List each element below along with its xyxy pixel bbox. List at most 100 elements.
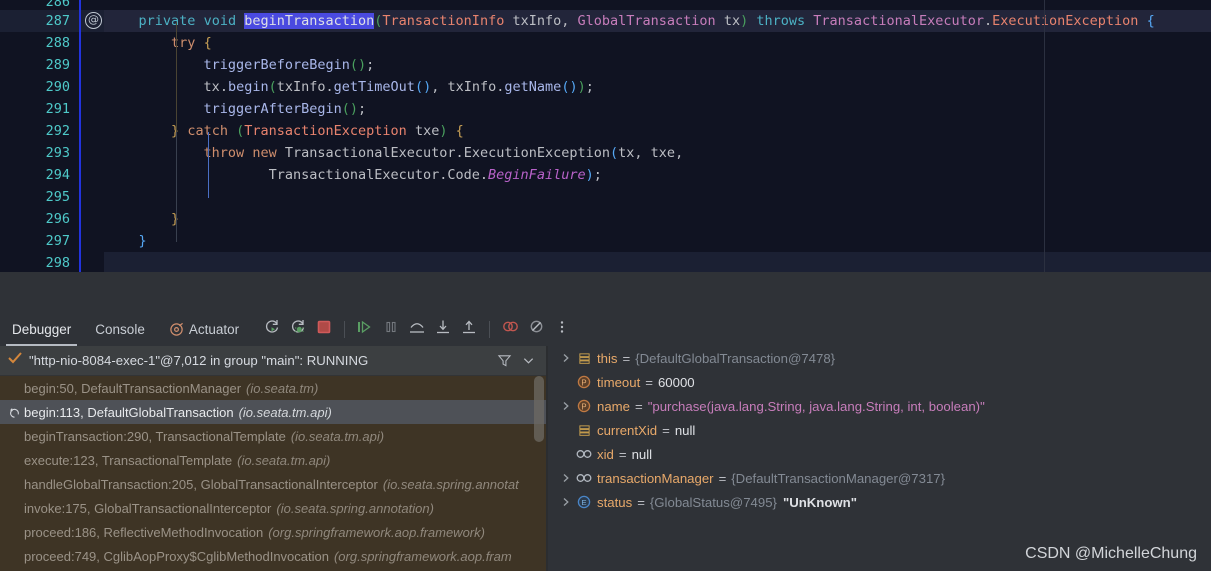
variable-row[interactable]: transactionManager = {DefaultTransactionMa…	[548, 466, 1211, 490]
thread-label: "http-nio-8084-exec-1"@7,012 in group "m…	[29, 353, 369, 368]
step-into-button[interactable]	[430, 316, 456, 342]
code-editor[interactable]: 286 287 @ private void beginTransaction(Tr…	[0, 0, 1211, 272]
tab-actuator[interactable]: Actuator	[157, 312, 251, 346]
reset-frame-icon	[6, 406, 22, 419]
line-number: 288	[0, 32, 78, 54]
code-line[interactable]: 287 @ private void beginTransaction(Trans…	[0, 10, 1211, 32]
variable-row[interactable]: this = {DefaultGlobalTransaction@7478}	[548, 346, 1211, 370]
code-line[interactable]: 292 } catch (TransactionException txe) {	[0, 120, 1211, 142]
code-text: TransactionalExecutor.Code.BeginFailure)…	[268, 167, 602, 183]
variable-equals: =	[718, 470, 727, 486]
chevron-down-icon[interactable]	[516, 349, 540, 373]
tab-label: Actuator	[188, 321, 240, 337]
code-line[interactable]: 298	[0, 252, 1211, 272]
variable-name: xid	[597, 446, 614, 462]
mute-breakpoints-button[interactable]	[523, 316, 549, 342]
code-text: }	[138, 233, 147, 249]
tab-console[interactable]: Console	[83, 312, 157, 346]
line-number: 293	[0, 142, 78, 164]
debugger-actions[interactable]	[259, 312, 575, 346]
gutter-spacer	[78, 32, 104, 54]
line-number: 297	[0, 230, 78, 252]
code-line[interactable]: 295	[0, 186, 1211, 208]
code-line[interactable]: 293 throw new TransactionalExecutor.Exec…	[0, 142, 1211, 164]
frame-name: proceed:749, CglibAopProxy$CglibMethodIn…	[24, 548, 329, 564]
variables-panel[interactable]: this = {DefaultGlobalTransaction@7478} Ptim…	[548, 346, 1211, 571]
code-text: private void beginTransaction(Transactio…	[138, 13, 1155, 29]
frame-name: beginTransaction:290, TransactionalTempl…	[24, 428, 286, 444]
view-breakpoints-button[interactable]	[497, 316, 523, 342]
step-out-button[interactable]	[456, 316, 482, 342]
frames-scrollbar-thumb[interactable]	[534, 376, 544, 442]
variable-row[interactable]: currentXid = null	[548, 418, 1211, 442]
tab-debugger[interactable]: Debugger	[0, 312, 83, 346]
pause-button[interactable]	[378, 316, 404, 342]
debugger-toolbar[interactable]: Debugger Console Actuator	[0, 312, 1211, 346]
stop-icon	[316, 319, 332, 340]
stop-button[interactable]	[311, 316, 337, 342]
indent-guide	[176, 132, 177, 242]
debug-rerun-button[interactable]	[285, 316, 311, 342]
stack-frame-row[interactable]: handleGlobalTransaction:205, GlobalTrans…	[0, 472, 546, 496]
variable-equals: =	[637, 494, 645, 510]
chevron-right-icon[interactable]	[558, 353, 574, 363]
svg-text:P: P	[581, 378, 586, 387]
pause-icon	[383, 319, 399, 340]
step-out-icon	[461, 319, 477, 340]
gutter-spacer	[78, 186, 104, 208]
stack-frame-row[interactable]: beginTransaction:290, TransactionalTempl…	[0, 424, 546, 448]
debugger-tabs[interactable]: Debugger Console Actuator	[0, 312, 251, 346]
stack-frame-row[interactable]: proceed:749, CglibAopProxy$CglibMethodIn…	[0, 544, 546, 568]
stack-frame-row[interactable]: begin:113, DefaultGlobalTransaction (io.s…	[0, 400, 546, 424]
gutter-spacer	[78, 230, 104, 252]
line-number: 295	[0, 186, 78, 208]
code-line[interactable]: 288 try {	[0, 32, 1211, 54]
frame-package: (io.seata.tm)	[246, 380, 319, 396]
thread-selector-bar[interactable]: "http-nio-8084-exec-1"@7,012 in group "m…	[0, 346, 546, 376]
svg-text:E: E	[581, 498, 586, 507]
gutter-divider-line	[79, 0, 81, 272]
stack-frame-row[interactable]: proceed:186, ReflectiveMethodInvocation(…	[0, 520, 546, 544]
filter-icon[interactable]	[492, 349, 516, 373]
annotation-marker-icon[interactable]: @	[85, 12, 102, 29]
line-number: 292	[0, 120, 78, 142]
code-line[interactable]: 297 }	[0, 230, 1211, 252]
resume-button[interactable]	[352, 316, 378, 342]
step-over-button[interactable]	[404, 316, 430, 342]
chevron-right-icon[interactable]	[558, 473, 574, 483]
line-number: 291	[0, 98, 78, 120]
code-line[interactable]: 291 triggerAfterBegin();	[0, 98, 1211, 120]
chevron-right-icon[interactable]	[558, 401, 574, 411]
stack-frame-row[interactable]: execute:123, TransactionalTemplate (io.se…	[0, 448, 546, 472]
toolbar-separator	[344, 320, 346, 338]
code-text: }	[104, 211, 179, 227]
stack-frame-row[interactable]: begin:50, DefaultTransactionManager (io.s…	[0, 376, 546, 400]
variable-row[interactable]: Pname = "purchase(java.lang.String, java.l…	[548, 394, 1211, 418]
stack-frame-row[interactable]: invoke:175, GlobalTransactionalIntercept…	[0, 496, 546, 520]
stack-frames-list[interactable]: begin:50, DefaultTransactionManager (io.s…	[0, 376, 546, 571]
breakpoints-icon	[502, 318, 519, 340]
gutter-spacer	[78, 0, 104, 10]
code-line[interactable]: 286	[0, 0, 1211, 10]
code-line[interactable]: 296 }	[0, 208, 1211, 230]
chevron-right-icon[interactable]	[558, 497, 574, 507]
svg-text:P: P	[581, 402, 586, 411]
variable-equals: =	[618, 446, 627, 462]
frame-name: proceed:186, ReflectiveMethodInvocation	[24, 524, 264, 540]
line-number: 294	[0, 164, 78, 186]
variable-row[interactable]: Estatus = {GlobalStatus@7495} "UnKnown"	[548, 490, 1211, 514]
variable-row[interactable]: Ptimeout = 60000	[548, 370, 1211, 394]
frame-package: (io.seata.spring.annotat	[382, 476, 519, 492]
code-line[interactable]: 290 tx.begin(txInfo.getTimeOut(), txInfo…	[0, 76, 1211, 98]
variable-row[interactable]: xid = null	[548, 442, 1211, 466]
code-line[interactable]: 289 triggerBeforeBegin();	[0, 54, 1211, 76]
frame-package: (io.seata.tm.api)	[290, 428, 385, 444]
code-line[interactable]: 294 TransactionalExecutor.Code.BeginFail…	[0, 164, 1211, 186]
more-options-button[interactable]	[549, 316, 575, 342]
code-text: triggerBeforeBegin();	[203, 57, 375, 73]
variable-equals: =	[635, 398, 643, 414]
code-text: triggerAfterBegin();	[203, 101, 367, 117]
tab-label: Debugger	[12, 321, 72, 337]
rerun-button[interactable]	[259, 316, 285, 342]
frame-package: (org.springframework.aop.framework)	[268, 524, 485, 540]
